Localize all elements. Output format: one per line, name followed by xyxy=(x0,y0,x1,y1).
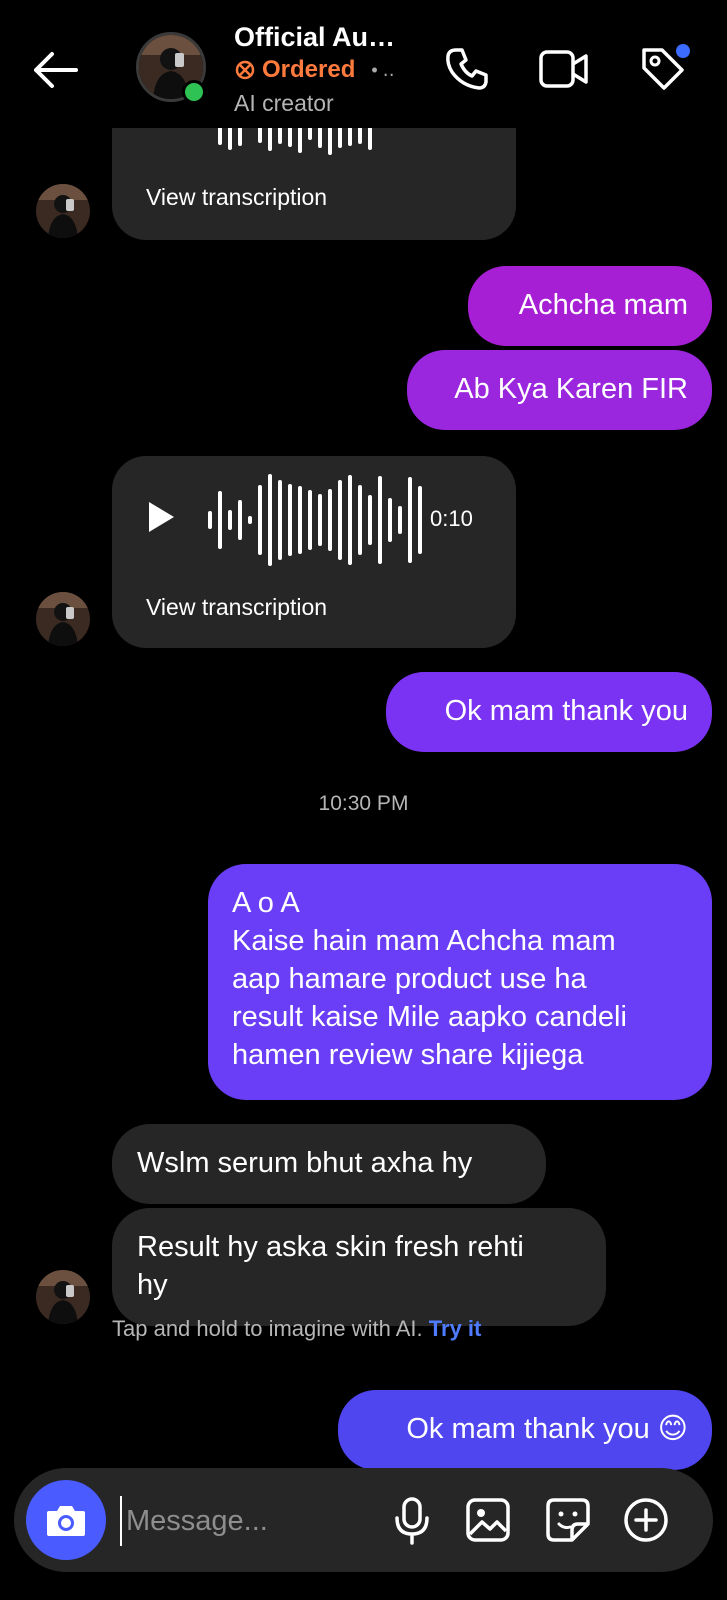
profile-photo xyxy=(36,592,90,646)
voice-duration: 0:10 xyxy=(430,506,473,531)
avatar[interactable] xyxy=(36,184,90,238)
try-it-link[interactable]: Try it xyxy=(429,1316,482,1341)
message-bubble-outgoing[interactable]: Ab Kya Karen FIR xyxy=(407,350,712,430)
gallery-button[interactable] xyxy=(464,1496,512,1549)
arrow-left-icon xyxy=(34,52,78,88)
profile-photo xyxy=(36,184,90,238)
message-input[interactable] xyxy=(120,1496,358,1546)
back-button[interactable] xyxy=(28,48,80,92)
chat-header: Official Au… Ordered • ‥ AI creator xyxy=(0,0,727,128)
plus-circle-icon xyxy=(624,1498,668,1542)
message-text: Ok mam thank you 😊 xyxy=(406,1413,688,1445)
message-text: hamen review share kijiega xyxy=(232,1039,584,1071)
voice-message[interactable]: 0:10 View transcription xyxy=(112,456,516,648)
message-text: A o A xyxy=(232,887,300,919)
message-bubble-outgoing[interactable]: A o A Kaise hain mam Achcha mam aap hama… xyxy=(208,864,712,1100)
message-text: aap hamare product use ha xyxy=(232,963,587,995)
phone-icon xyxy=(446,48,488,90)
waveform xyxy=(208,474,422,566)
message-text: Wslm serum bhut axha hy xyxy=(137,1147,473,1179)
microphone-button[interactable] xyxy=(392,1496,432,1551)
timestamp: 10:30 PM xyxy=(318,792,409,815)
online-indicator xyxy=(182,80,206,104)
message-bubble-outgoing[interactable]: Achcha mam xyxy=(468,266,712,346)
message-text: Ok mam thank you xyxy=(444,695,688,727)
message-composer xyxy=(14,1468,713,1572)
message-bubble-outgoing[interactable]: Ok mam thank you xyxy=(386,672,712,752)
sticker-button[interactable] xyxy=(544,1496,592,1549)
ai-hint: Tap and hold to imagine with AI. Try it xyxy=(112,1316,481,1342)
video-call-button[interactable] xyxy=(538,48,590,90)
sticker-icon xyxy=(546,1498,590,1542)
status-label: Ordered xyxy=(262,56,356,83)
message-text: Ab Kya Karen FIR xyxy=(454,373,688,405)
message-text: result kaise Mile aapko candeli xyxy=(232,1001,627,1033)
video-camera-icon xyxy=(539,50,588,88)
notification-dot xyxy=(676,44,690,58)
ai-sparkle-icon xyxy=(235,60,255,80)
avatar[interactable] xyxy=(36,592,90,646)
more-button[interactable] xyxy=(622,1496,670,1549)
message-text: hy xyxy=(137,1269,168,1301)
call-button[interactable] xyxy=(444,46,490,92)
image-icon xyxy=(466,1498,510,1542)
status-more: • ‥ xyxy=(371,59,395,80)
view-transcription-link[interactable]: View transcription xyxy=(146,594,327,621)
message-bubble-incoming[interactable]: Wslm serum bhut axha hy xyxy=(112,1124,546,1204)
order-status[interactable]: Ordered • ‥ xyxy=(234,56,395,84)
message-bubble-incoming[interactable]: Result hy aska skin fresh rehti hy xyxy=(112,1208,606,1326)
profile-photo xyxy=(36,1270,90,1324)
hint-text: Tap and hold to imagine with AI. xyxy=(112,1316,423,1341)
avatar[interactable] xyxy=(36,1270,90,1324)
message-bubble-outgoing[interactable]: Ok mam thank you 😊 xyxy=(338,1390,712,1470)
camera-button[interactable] xyxy=(26,1480,106,1560)
camera-icon xyxy=(47,1506,85,1536)
message-text: Kaise hain mam Achcha mam xyxy=(232,925,616,957)
contact-subtitle: AI creator xyxy=(234,90,334,116)
microphone-icon xyxy=(395,1497,429,1545)
view-transcription-link[interactable]: View transcription xyxy=(146,184,327,211)
contact-name[interactable]: Official Au… xyxy=(234,22,395,53)
play-button[interactable] xyxy=(146,500,176,539)
message-text: Achcha mam xyxy=(518,289,688,321)
message-text: Result hy aska skin fresh rehti xyxy=(137,1231,524,1263)
play-icon xyxy=(149,502,174,532)
